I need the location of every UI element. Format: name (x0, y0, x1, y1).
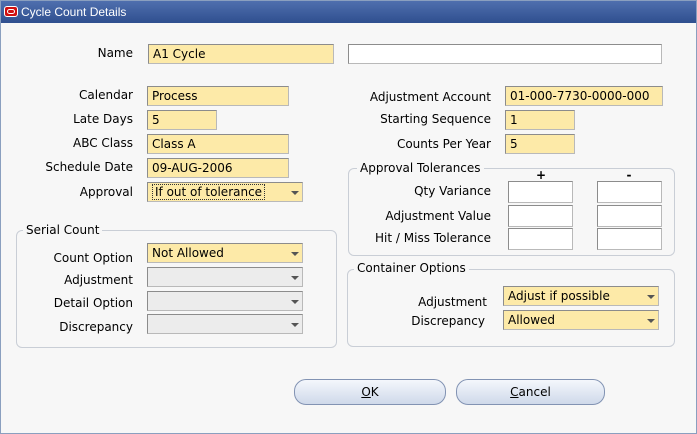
container-discrepancy-label: Discrepancy (411, 314, 485, 328)
ok-button[interactable]: OK (294, 379, 446, 405)
count-option-label: Count Option (53, 251, 134, 265)
chevron-down-icon[interactable] (289, 246, 300, 260)
count-option-value: Not Allowed (152, 246, 224, 260)
qty-variance-minus-field[interactable] (597, 181, 662, 203)
hit-miss-tolerance-minus-field[interactable] (597, 228, 662, 250)
detail-option-label: Detail Option (53, 296, 133, 310)
chevron-down-icon[interactable] (289, 270, 300, 284)
chevron-down-icon[interactable] (289, 317, 300, 331)
chevron-down-icon[interactable] (289, 185, 300, 199)
serial-discrepancy-select[interactable] (147, 314, 303, 334)
calendar-label: Calendar (79, 88, 133, 102)
container-adjustment-label: Adjustment (418, 295, 487, 309)
abc-class-label: ABC Class (73, 136, 133, 150)
qty-variance-label: Qty Variance (414, 184, 491, 198)
container-adjustment-value: Adjust if possible (508, 289, 610, 303)
ok-label-rest: K (370, 385, 379, 399)
approval-select[interactable]: If out of tolerance (147, 182, 303, 202)
count-option-select[interactable]: Not Allowed (147, 243, 303, 263)
calendar-field[interactable]: Process (147, 86, 289, 106)
cancel-label-rest: ancel (518, 385, 551, 399)
adjustment-account-field[interactable]: 01-000-7730-0000-000 (505, 86, 663, 106)
plus-header: + (535, 168, 547, 182)
qty-variance-plus-field[interactable] (508, 181, 573, 203)
adjustment-account-label: Adjustment Account (369, 90, 491, 104)
name-label: Name (97, 46, 133, 60)
title-bar[interactable]: Cycle Count Details (1, 1, 696, 23)
container-options-title: Container Options (354, 261, 469, 275)
minus-header: - (626, 168, 632, 182)
description-field[interactable] (348, 44, 662, 64)
serial-adjustment-select[interactable] (147, 267, 303, 287)
serial-adjustment-label: Adjustment (64, 273, 133, 287)
schedule-date-label: Schedule Date (45, 160, 133, 174)
adjustment-value-label: Adjustment Value (385, 209, 491, 223)
cancel-accelerator: C (510, 385, 519, 399)
approval-value: If out of tolerance (152, 184, 266, 200)
adjustment-value-minus-field[interactable] (597, 205, 662, 227)
chevron-down-icon[interactable] (645, 289, 656, 303)
starting-sequence-label: Starting Sequence (380, 112, 491, 126)
ok-accelerator: O (361, 385, 371, 399)
oracle-app-icon (4, 6, 18, 17)
cancel-button[interactable]: Cancel (456, 379, 605, 405)
approval-tolerances-title: Approval Tolerances (357, 161, 484, 175)
adjustment-value-plus-field[interactable] (508, 205, 573, 227)
name-field[interactable]: A1 Cycle (148, 44, 334, 64)
window-title: Cycle Count Details (21, 5, 127, 19)
approval-label: Approval (79, 185, 133, 199)
cycle-count-details-window: Cycle Count Details Name A1 Cycle Calend… (0, 0, 697, 434)
late-days-label: Late Days (73, 112, 133, 126)
schedule-date-field[interactable]: 09-AUG-2006 (147, 158, 289, 178)
detail-option-select[interactable] (147, 291, 303, 311)
chevron-down-icon[interactable] (289, 294, 300, 308)
counts-per-year-label: Counts Per Year (396, 137, 491, 151)
late-days-field[interactable]: 5 (147, 110, 217, 130)
hit-miss-tolerance-label: Hit / Miss Tolerance (375, 231, 491, 245)
serial-discrepancy-label: Discrepancy (59, 320, 133, 334)
starting-sequence-field[interactable]: 1 (505, 110, 575, 130)
container-adjustment-select[interactable]: Adjust if possible (503, 286, 659, 306)
chevron-down-icon[interactable] (645, 313, 656, 327)
abc-class-field[interactable]: Class A (147, 134, 289, 154)
container-discrepancy-select[interactable]: Allowed (503, 310, 659, 330)
serial-count-title: Serial Count (23, 223, 103, 237)
hit-miss-tolerance-plus-field[interactable] (508, 228, 573, 250)
container-discrepancy-value: Allowed (508, 313, 556, 327)
counts-per-year-field[interactable]: 5 (505, 134, 575, 154)
